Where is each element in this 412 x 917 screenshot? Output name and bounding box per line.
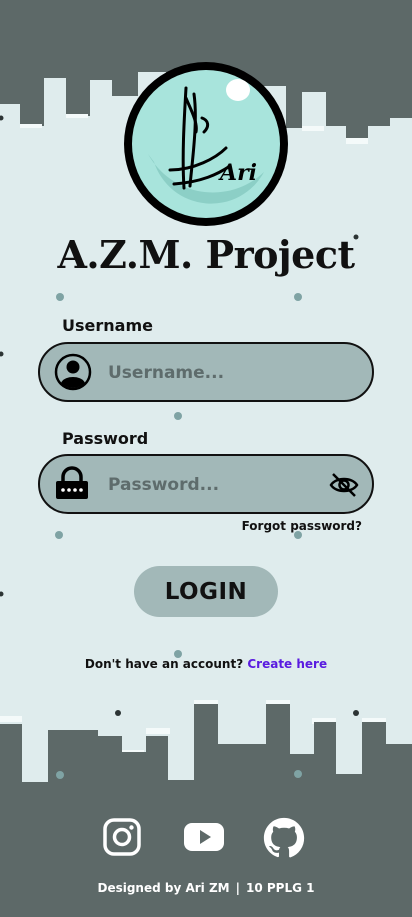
github-icon[interactable] <box>263 817 305 859</box>
create-account-link[interactable]: Create here <box>247 657 327 671</box>
app-title: A.Z.M. Project <box>57 232 355 277</box>
eye-off-icon[interactable] <box>328 469 360 501</box>
username-label: Username <box>62 316 153 335</box>
footer-class: 10 PPLG 1 <box>246 881 315 895</box>
lock-icon <box>56 466 88 499</box>
user-icon <box>54 353 92 391</box>
logo-highlight <box>226 79 250 101</box>
footer-credit: Designed by Ari ZM | 10 PPLG 1 <box>97 881 315 895</box>
signup-prompt: Don't have an account? <box>84 657 244 671</box>
password-field <box>38 454 374 514</box>
password-label: Password <box>62 429 149 448</box>
login-button[interactable]: LOGIN <box>134 566 278 617</box>
forgot-password-link[interactable]: Forgot password? <box>242 519 362 533</box>
app-logo: Ari <box>124 62 288 226</box>
username-field <box>38 342 374 402</box>
instagram-icon[interactable] <box>102 817 142 857</box>
password-input[interactable] <box>106 456 330 514</box>
signup-row: Don't have an account? Create here <box>0 657 412 671</box>
logo-text: Ari <box>218 160 257 186</box>
footer-designer: Designed by Ari ZM <box>97 881 230 895</box>
youtube-icon[interactable] <box>183 822 225 852</box>
username-input[interactable] <box>106 344 330 402</box>
